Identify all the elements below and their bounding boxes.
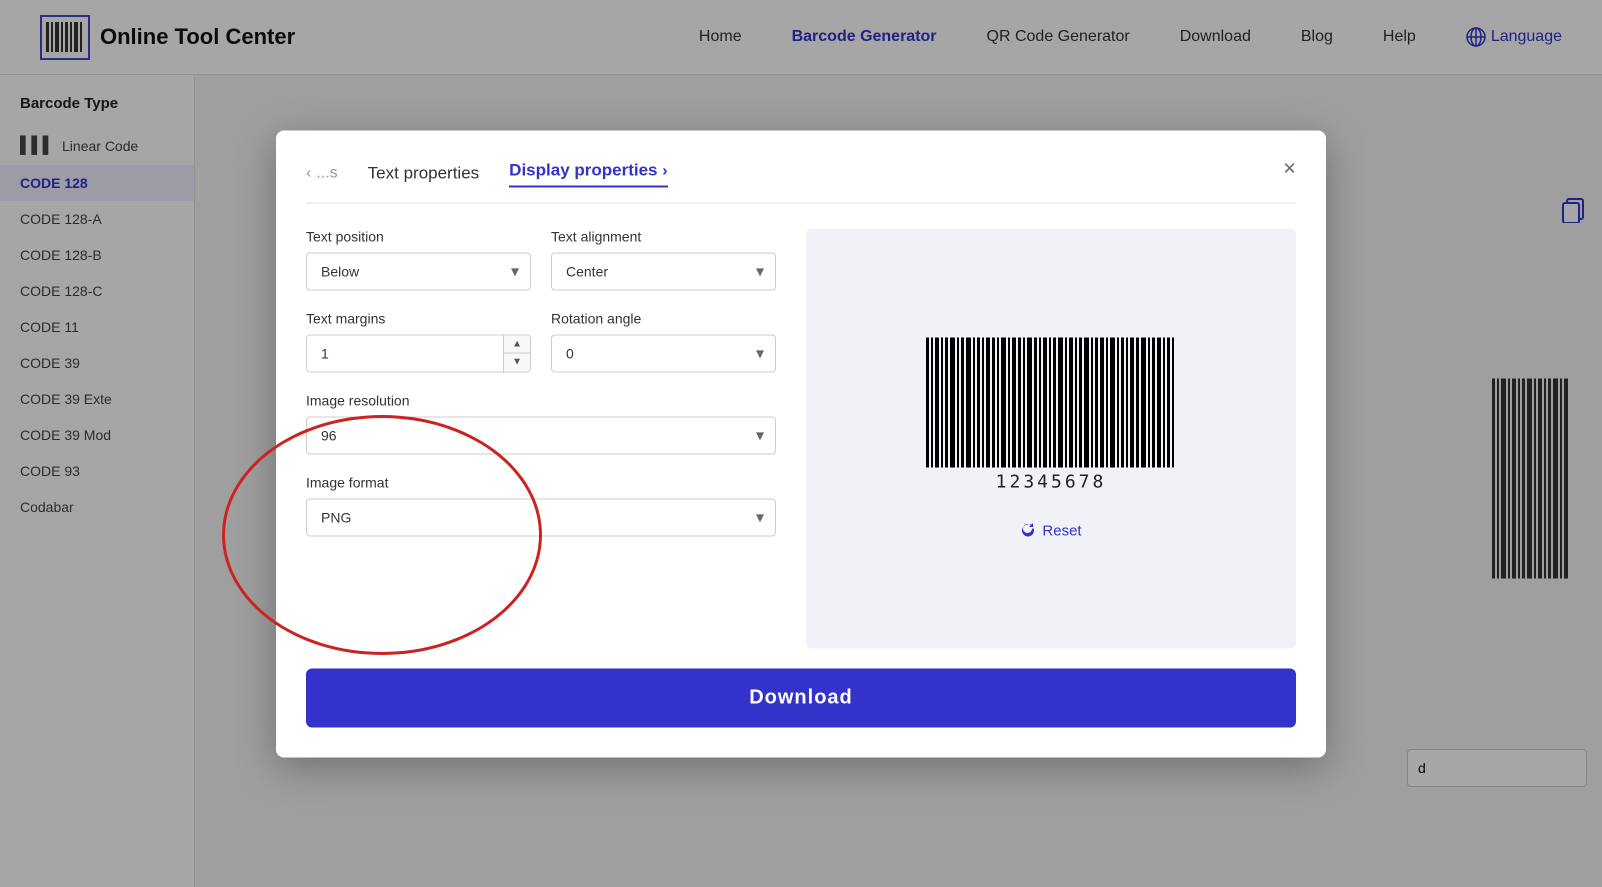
text-margins-input-wrapper: ▲ ▼ — [306, 334, 531, 372]
modal-tabs: ‹ ...s Text properties Display propertie… — [306, 160, 1296, 203]
modal-dialog: ‹ ...s Text properties Display propertie… — [276, 130, 1326, 757]
image-resolution-select-wrapper: 96 150 300 600 ▾ — [306, 416, 776, 454]
image-resolution-label: Image resolution — [306, 392, 776, 408]
text-position-group: Text position Below Above None ▾ — [306, 228, 531, 290]
left-panel: Text position Below Above None ▾ Text al… — [306, 228, 776, 648]
rotation-angle-group: Rotation angle 0 90 180 270 ▾ — [551, 310, 776, 372]
image-format-group: Image format PNG SVG JPEG BMP ▾ — [306, 474, 776, 536]
rotation-angle-select[interactable]: 0 90 180 270 — [551, 334, 776, 372]
reset-button[interactable]: Reset — [1020, 522, 1081, 539]
tab-display-label: Display properties — [509, 160, 657, 179]
text-margins-group: Text margins ▲ ▼ — [306, 310, 531, 372]
text-alignment-label: Text alignment — [551, 228, 776, 244]
form-row-2: Text margins ▲ ▼ Rotation angle 0 — [306, 310, 776, 372]
text-margins-label: Text margins — [306, 310, 531, 326]
text-margins-input[interactable] — [307, 335, 503, 371]
image-format-label: Image format — [306, 474, 776, 490]
form-row-1: Text position Below Above None ▾ Text al… — [306, 228, 776, 290]
barcode-preview-panel: 12345678 Reset — [806, 228, 1296, 648]
text-margins-down-btn[interactable]: ▼ — [504, 354, 530, 372]
image-resolution-select[interactable]: 96 150 300 600 — [306, 416, 776, 454]
download-button[interactable]: Download — [306, 668, 1296, 727]
svg-text:12345678: 12345678 — [996, 471, 1107, 492]
barcode-svg: 12345678 — [921, 337, 1181, 492]
text-position-select-wrapper: Below Above None ▾ — [306, 252, 531, 290]
text-alignment-select-wrapper: Center Left Right ▾ — [551, 252, 776, 290]
text-position-select[interactable]: Below Above None — [306, 252, 531, 290]
rotation-angle-select-wrapper: 0 90 180 270 ▾ — [551, 334, 776, 372]
barcode-preview: 12345678 — [921, 337, 1181, 492]
tab-text-properties[interactable]: Text properties — [368, 164, 480, 184]
text-margins-spinners: ▲ ▼ — [503, 335, 530, 371]
text-position-label: Text position — [306, 228, 531, 244]
chevron-right-icon: › — [662, 162, 667, 179]
modal-body: Text position Below Above None ▾ Text al… — [306, 228, 1296, 648]
rotation-angle-label: Rotation angle — [551, 310, 776, 326]
tab-prev[interactable]: ‹ ...s — [306, 165, 338, 183]
image-resolution-group: Image resolution 96 150 300 600 ▾ — [306, 392, 776, 454]
chevron-left-icon: ‹ — [306, 165, 311, 183]
reset-icon — [1020, 523, 1036, 539]
text-margins-up-btn[interactable]: ▲ — [504, 335, 530, 354]
tab-display-properties[interactable]: Display properties › — [509, 160, 667, 187]
text-alignment-group: Text alignment Center Left Right ▾ — [551, 228, 776, 290]
reset-label: Reset — [1042, 522, 1081, 539]
close-button[interactable]: × — [1283, 155, 1296, 181]
text-alignment-select[interactable]: Center Left Right — [551, 252, 776, 290]
image-format-select[interactable]: PNG SVG JPEG BMP — [306, 498, 776, 536]
image-format-select-wrapper: PNG SVG JPEG BMP ▾ — [306, 498, 776, 536]
tab-prev-label: ...s — [316, 165, 337, 183]
